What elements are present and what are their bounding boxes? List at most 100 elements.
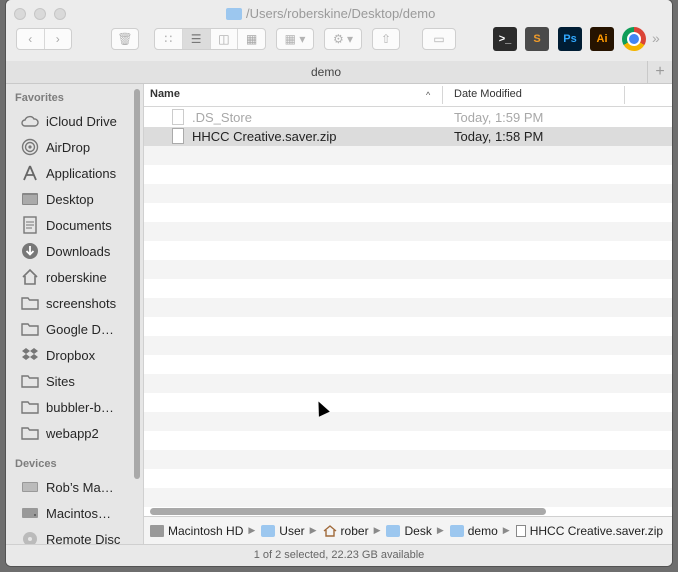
sidebar-item-dropbox[interactable]: Dropbox — [21, 343, 141, 367]
zip-file-icon — [172, 128, 184, 144]
path-crumb-desktop[interactable]: Desk ▶ — [380, 524, 444, 538]
disc-icon — [21, 530, 39, 544]
sidebar-item-documents[interactable]: Documents — [21, 213, 141, 237]
share-button[interactable]: ⇧ — [372, 28, 400, 50]
sublime-text-icon[interactable]: S — [525, 27, 549, 51]
illustrator-icon[interactable]: Ai — [590, 27, 614, 51]
status-bar: 1 of 2 selected, 22.23 GB available — [6, 544, 672, 566]
devices-header: Devices — [15, 458, 57, 470]
list-view-button[interactable]: ☰ — [182, 29, 211, 49]
sidebar-item-label: Desktop — [46, 191, 94, 207]
folder-icon — [386, 524, 401, 537]
folder-icon — [21, 320, 39, 338]
terminal-icon[interactable]: >_ — [493, 27, 517, 51]
window-title: /Users/roberskine/Desktop/demo — [226, 6, 435, 21]
cover-flow-button[interactable]: ▦ — [238, 29, 265, 49]
empty-row — [144, 488, 672, 507]
column-divider[interactable] — [624, 86, 625, 104]
path-crumb-users[interactable]: User ▶ — [255, 523, 317, 538]
zip-file-icon — [515, 524, 526, 537]
empty-row — [144, 260, 672, 279]
sidebar-item-label: roberskine — [46, 269, 107, 285]
horizontal-scrollbar[interactable] — [150, 508, 546, 515]
disk-icon — [150, 524, 164, 537]
zoom-window-button[interactable] — [54, 8, 66, 20]
chevron-right-icon: ▶ — [248, 525, 256, 535]
sidebar-item-label: webapp2 — [46, 425, 99, 441]
file-date: Today, 1:59 PM — [454, 110, 544, 125]
sidebar-item-remote-disc[interactable]: Remote Disc — [21, 527, 141, 544]
home-icon — [323, 524, 337, 537]
folder-icon — [449, 524, 464, 537]
view-mode-control: ∷ ☰ ◫ ▦ — [154, 28, 266, 50]
cloud-icon — [21, 112, 39, 130]
file-date: Today, 1:58 PM — [454, 129, 544, 144]
sidebar-item-label: Remote Disc — [46, 531, 121, 545]
empty-row — [144, 184, 672, 203]
crumb-label: HHCC Creative.saver.zip — [529, 523, 664, 538]
path-crumb-file[interactable]: HHCC Creative.saver.zip — [510, 524, 663, 538]
sidebar-item-label: Downloads — [46, 243, 111, 259]
sidebar-item-webapp2[interactable]: webapp2 — [21, 421, 141, 445]
table-row[interactable]: HHCC Creative.saver.zip Today, 1:58 PM — [144, 127, 672, 146]
column-divider[interactable] — [442, 86, 443, 104]
action-button[interactable]: ⚙ ▾ — [324, 28, 362, 50]
sublime-label: S — [533, 33, 541, 45]
column-header-name[interactable]: Name — [150, 88, 180, 100]
icon-view-button[interactable]: ∷ — [155, 29, 183, 49]
tab-demo[interactable]: demo — [6, 65, 646, 79]
sidebar-item-label: screenshots — [46, 295, 117, 311]
sidebar-item-google-drive[interactable]: Google D… — [21, 317, 141, 341]
tags-button[interactable]: ▭ — [422, 28, 456, 50]
table-row[interactable]: .DS_Store Today, 1:59 PM — [144, 108, 672, 127]
sidebar-item-airdrop[interactable]: AirDrop — [21, 135, 141, 159]
sidebar-item-bubbler[interactable]: bubbler-b… — [21, 395, 141, 419]
sidebar-item-label: AirDrop — [46, 139, 91, 155]
arrange-button[interactable]: ▦ ▾ — [276, 28, 314, 50]
airdrop-icon — [21, 138, 39, 156]
sidebar-item-roberskine[interactable]: roberskine — [21, 265, 141, 289]
back-button[interactable]: ‹ — [17, 29, 45, 49]
trash-icon: 🗑 — [117, 32, 133, 46]
sidebar-item-icloud-drive[interactable]: iCloud Drive — [21, 109, 141, 133]
sidebar: Favorites iCloud Drive AirDrop Applicati… — [6, 84, 144, 544]
sidebar-item-desktop[interactable]: Desktop — [21, 187, 141, 211]
file-name: .DS_Store — [192, 110, 252, 125]
sidebar-item-label: iCloud Drive — [46, 113, 117, 129]
path-crumb-demo[interactable]: demo ▶ — [444, 524, 510, 538]
folder-icon — [21, 294, 39, 312]
column-view-button[interactable]: ◫ — [211, 29, 239, 49]
photoshop-icon[interactable]: Ps — [558, 27, 582, 51]
empty-row — [144, 146, 672, 165]
sidebar-item-screenshots[interactable]: screenshots — [21, 291, 141, 315]
empty-row — [144, 374, 672, 393]
file-name: HHCC Creative.saver.zip — [192, 129, 337, 144]
chrome-icon[interactable] — [622, 27, 646, 51]
documents-icon — [21, 216, 39, 234]
file-list: Name ^ Date Modified .DS_Store Today, 1:… — [144, 84, 672, 516]
crumb-label: User — [279, 523, 305, 538]
path-crumb-macintosh-hd[interactable]: Macintosh HD ▶ — [144, 524, 255, 538]
sort-ascending-icon: ^ — [426, 90, 431, 100]
toolbar-overflow-button[interactable]: » — [652, 30, 660, 46]
finder-window: /Users/roberskine/Desktop/demo ‹ › 🗑 ∷ ☰… — [6, 0, 672, 566]
close-window-button[interactable] — [14, 8, 26, 20]
sidebar-item-sites[interactable]: Sites — [21, 369, 141, 393]
trash-button[interactable]: 🗑 — [111, 28, 139, 50]
sidebar-scrollbar[interactable] — [134, 89, 140, 479]
empty-row — [144, 412, 672, 431]
column-header-date-modified[interactable]: Date Modified — [454, 88, 522, 100]
sidebar-item-downloads[interactable]: Downloads — [21, 239, 141, 263]
minimize-window-button[interactable] — [34, 8, 46, 20]
sidebar-item-robs-mac[interactable]: Rob’s Ma… — [21, 475, 141, 499]
sidebar-item-label: Rob’s Ma… — [46, 479, 114, 495]
titlebar: /Users/roberskine/Desktop/demo ‹ › 🗑 ∷ ☰… — [6, 0, 672, 62]
sidebar-item-applications[interactable]: Applications — [21, 161, 141, 185]
sidebar-item-macintosh-hd[interactable]: Macintos… — [21, 501, 141, 525]
path-crumb-home[interactable]: rober ▶ — [317, 524, 381, 538]
chevron-right-icon: ▶ — [373, 525, 381, 535]
photoshop-label: Ps — [563, 33, 577, 45]
add-tab-button[interactable]: + — [647, 61, 672, 83]
disk-icon — [21, 504, 39, 522]
forward-button[interactable]: › — [45, 29, 72, 49]
